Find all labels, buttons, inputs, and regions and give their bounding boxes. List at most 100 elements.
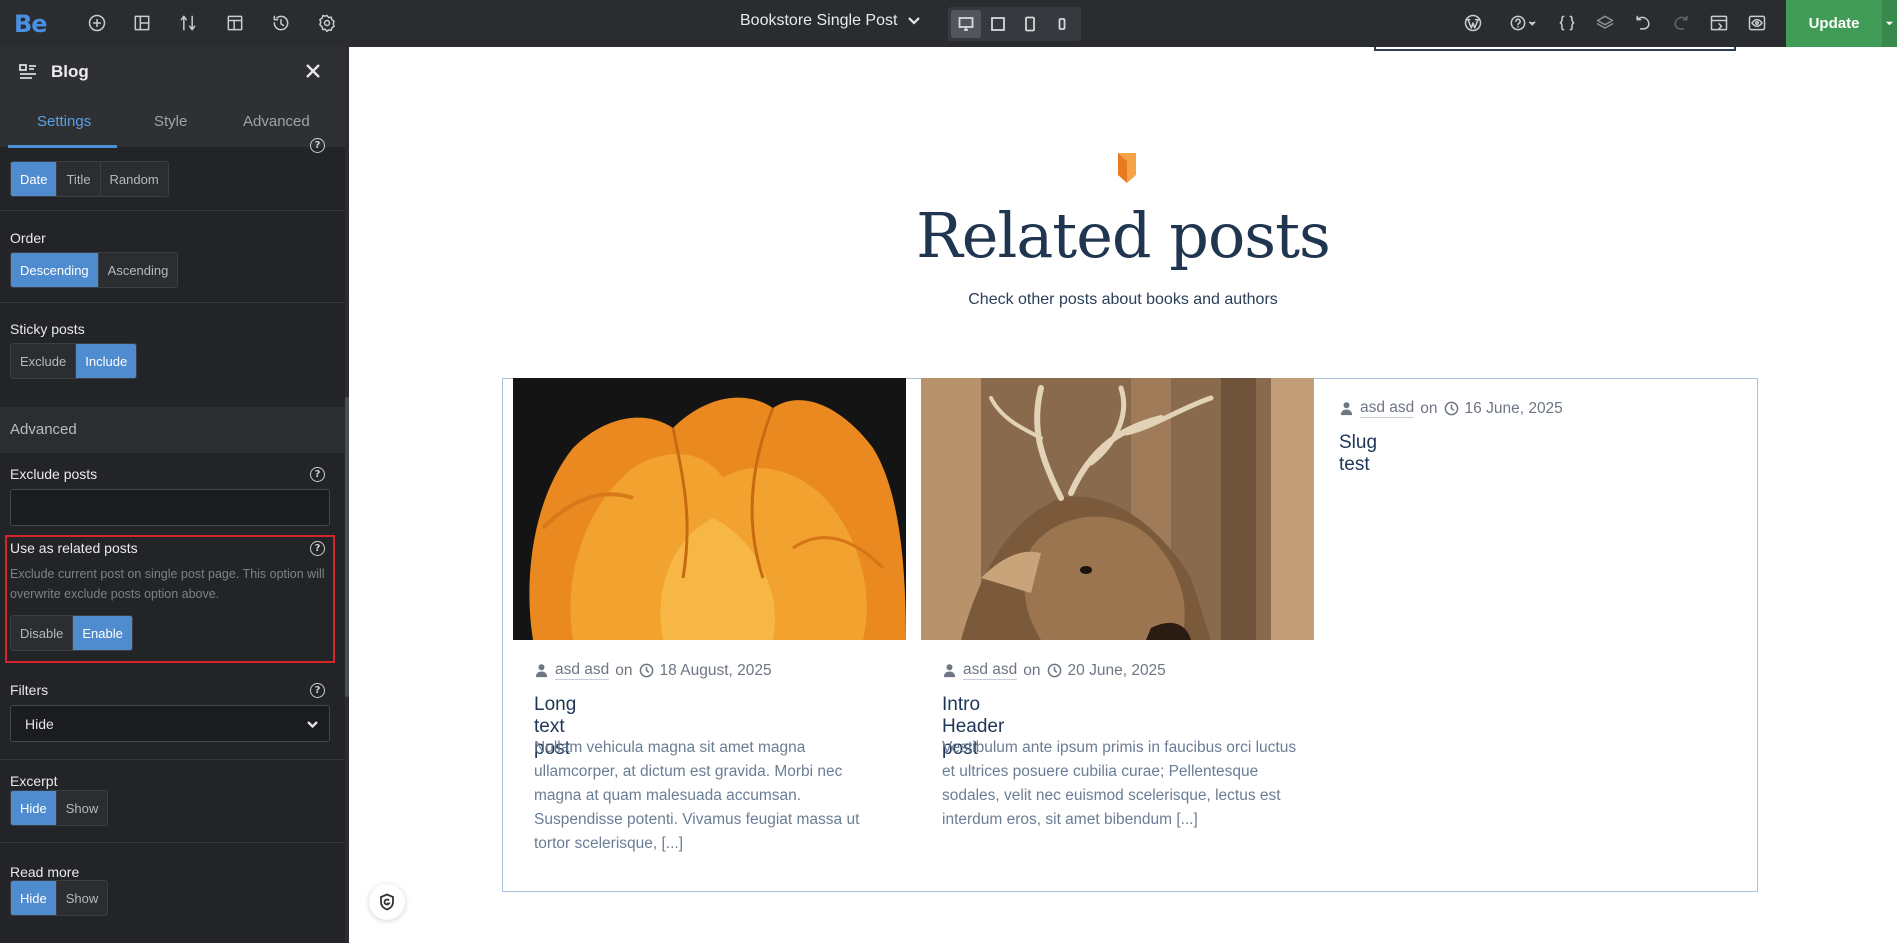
exclude-posts-input[interactable] [10, 489, 330, 526]
redo-icon[interactable] [1669, 11, 1693, 35]
layers-icon[interactable] [1593, 11, 1617, 35]
tab-advanced[interactable]: Advanced [243, 113, 310, 130]
security-badge-button[interactable] [369, 884, 405, 920]
filters-help-icon[interactable]: ? [310, 683, 325, 698]
related-posts-help-icon[interactable]: ? [310, 541, 325, 556]
orderby-toggle: Date Title Random [10, 161, 169, 197]
active-tab-indicator [8, 145, 117, 148]
mobile-icon [1025, 16, 1035, 32]
desktop-view-button[interactable] [951, 10, 981, 38]
order-ascending-option[interactable]: Ascending [98, 253, 178, 287]
excerpt-label: Excerpt [10, 773, 58, 789]
layout-icon[interactable] [130, 11, 154, 35]
sidebar-tabs: Settings Style Advanced [0, 97, 349, 147]
exclude-posts-help-icon[interactable]: ? [310, 467, 325, 482]
order-label: Order [10, 230, 46, 246]
history-icon[interactable] [269, 11, 293, 35]
clock-icon [1444, 401, 1458, 416]
sort-icon[interactable] [176, 11, 200, 35]
post-meta: asd asd on 16 June, 2025 [1339, 399, 1699, 418]
divider [0, 210, 346, 211]
help-menu-icon[interactable] [1505, 11, 1541, 35]
tablet-icon [991, 17, 1005, 31]
post-image-deer[interactable] [921, 378, 1314, 640]
excerpt-toggle: Hide Show [10, 790, 109, 826]
related-posts-description: Exclude current post on single post page… [10, 567, 325, 601]
related-posts-subheading: Check other posts about books and author… [968, 291, 1278, 308]
undo-icon[interactable] [1631, 11, 1655, 35]
order-toggle: Descending Ascending [10, 252, 179, 288]
post-meta-on: on [1420, 399, 1438, 417]
sticky-posts-toggle: Exclude Include [10, 343, 138, 379]
settings-sidebar: Blog Settings Style Advanced ? Date Titl… [0, 47, 349, 943]
read-more-hide-option[interactable]: Hide [11, 881, 57, 915]
order-descending-option[interactable]: Descending [11, 253, 99, 287]
add-element-icon[interactable] [85, 11, 109, 35]
divider [0, 759, 346, 760]
orderby-title-option[interactable]: Title [57, 162, 101, 196]
wordpress-icon[interactable] [1461, 11, 1485, 35]
related-enable-option[interactable]: Enable [73, 616, 132, 650]
advanced-section-header[interactable]: Advanced [0, 407, 346, 453]
post-author-link[interactable]: asd asd [963, 661, 1018, 680]
user-icon [535, 664, 548, 678]
mobile-view-button[interactable] [1047, 10, 1077, 38]
read-more-toggle: Hide Show [10, 880, 109, 916]
post-excerpt: Vestibulum ante ipsum primis in faucibus… [942, 739, 1297, 828]
css-icon[interactable] [1555, 11, 1579, 35]
eye-preview-icon[interactable] [1745, 11, 1769, 35]
post-meta: asd asd on 18 August, 2025 [534, 661, 894, 680]
template-icon[interactable] [223, 11, 247, 35]
sidebar-header: Blog [0, 47, 349, 97]
desktop-icon [958, 17, 974, 31]
read-more-show-option[interactable]: Show [56, 881, 108, 915]
page-selector[interactable]: Bookstore Single Post [740, 12, 921, 30]
read-more-label: Read more [10, 864, 80, 880]
divider [0, 842, 346, 843]
divider [0, 302, 346, 303]
exclude-posts-label: Exclude posts [10, 466, 98, 482]
post-image-tulip[interactable] [513, 378, 906, 640]
blog-posts-grid[interactable]: asd asd on 18 August, 2025 Long text pos… [502, 378, 1758, 892]
settings-gear-icon[interactable] [315, 11, 339, 35]
clock-icon [639, 663, 653, 678]
post-author-link[interactable]: asd asd [555, 661, 610, 680]
sticky-include-option[interactable]: Include [76, 344, 137, 378]
device-switcher [948, 7, 1081, 41]
tab-settings[interactable]: Settings [37, 113, 91, 130]
orderby-date-option[interactable]: Date [11, 162, 58, 196]
post-date: 16 June, 2025 [1464, 399, 1563, 417]
excerpt-show-option[interactable]: Show [56, 791, 108, 825]
post-excerpt: Nullam vehicula magna sit amet magna ull… [534, 739, 860, 852]
user-icon [943, 664, 956, 678]
user-icon [1340, 402, 1353, 416]
preview-window-icon[interactable] [1707, 11, 1731, 35]
close-sidebar-icon[interactable] [302, 60, 324, 82]
excerpt-hide-option[interactable]: Hide [11, 791, 57, 825]
related-posts-heading: Related posts [916, 199, 1331, 272]
post-date: 20 June, 2025 [1067, 661, 1166, 679]
update-options-button[interactable] [1882, 0, 1897, 47]
chevron-down-icon [908, 17, 921, 25]
mobile-landscape-view-button[interactable] [1015, 10, 1045, 38]
post-author-link[interactable]: asd asd [1360, 399, 1415, 418]
sticky-posts-label: Sticky posts [10, 321, 85, 337]
post-date: 18 August, 2025 [659, 661, 772, 679]
tab-style[interactable]: Style [154, 113, 187, 130]
chevron-down-icon [307, 721, 318, 729]
page-canvas: Related posts Check other posts about bo… [349, 47, 1897, 943]
page-name: Bookstore Single Post [740, 12, 898, 29]
tablet-view-button[interactable] [983, 10, 1013, 38]
related-disable-option[interactable]: Disable [11, 616, 74, 650]
post-title-link[interactable]: Slug test [1339, 432, 1377, 476]
sticky-exclude-option[interactable]: Exclude [11, 344, 77, 378]
orderby-random-option[interactable]: Random [100, 162, 168, 196]
update-button[interactable]: Update [1786, 0, 1882, 47]
shield-icon [380, 893, 394, 911]
orderby-help-icon[interactable]: ? [310, 138, 325, 153]
filters-select[interactable]: Hide [10, 705, 330, 742]
clock-icon [1047, 663, 1061, 678]
be-logo[interactable]: Be [14, 10, 48, 38]
book-icon [1115, 151, 1141, 185]
blog-element-icon [18, 62, 38, 82]
